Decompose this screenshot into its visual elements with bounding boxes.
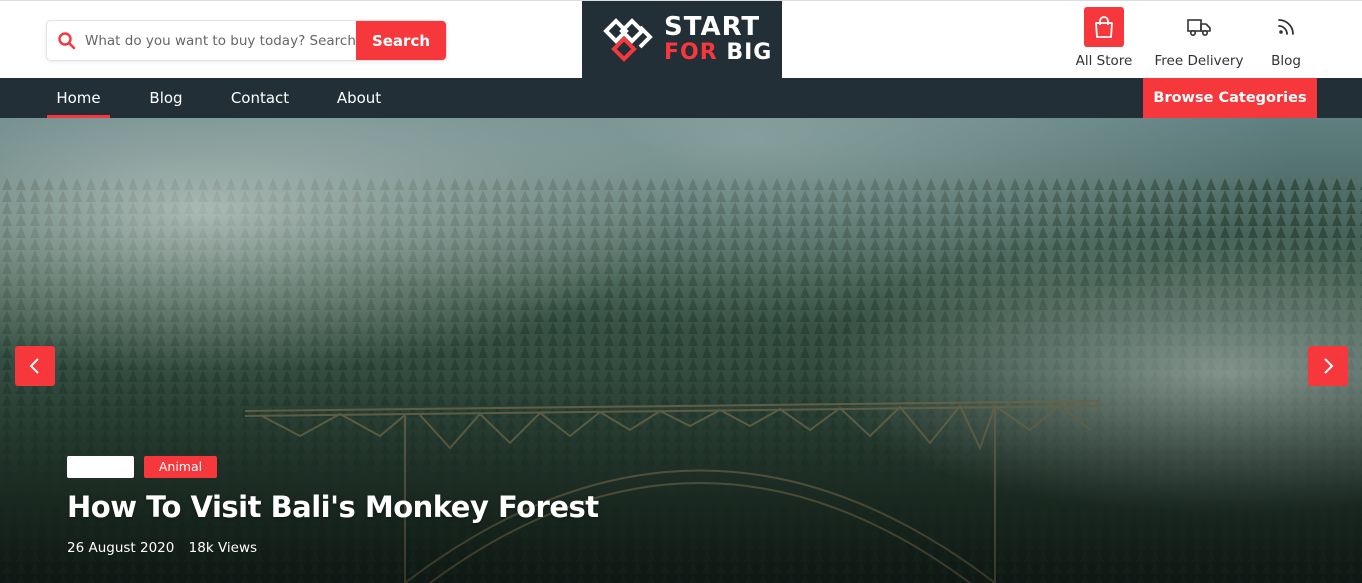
all-store-label: All Store <box>1075 53 1133 69</box>
search-button[interactable]: Search <box>356 21 446 60</box>
main-nav: Home Blog Contact About Browse Categorie… <box>0 78 1362 118</box>
logo[interactable]: START FOR BIG <box>582 1 782 79</box>
truck-icon <box>1179 7 1219 47</box>
chevron-right-icon <box>1324 358 1334 374</box>
all-store-link[interactable]: All Store <box>1073 7 1135 69</box>
chevron-left-icon <box>29 358 39 374</box>
slider-prev-button[interactable] <box>15 346 55 386</box>
logo-text-for: FOR <box>664 40 718 65</box>
category-tag-blank[interactable] <box>67 456 134 478</box>
nav-item-home[interactable]: Home <box>47 78 110 118</box>
header: Search START FOR BIG All Store <box>0 0 1362 79</box>
hero-title[interactable]: How To Visit Bali's Monkey Forest <box>67 490 599 524</box>
hero-meta: 26 August 2020 18k Views <box>67 540 257 556</box>
search-input[interactable] <box>85 21 357 60</box>
search-bar: Search <box>46 20 447 61</box>
slider-next-button[interactable] <box>1308 346 1348 386</box>
category-tag-animal[interactable]: Animal <box>144 456 217 478</box>
blog-link[interactable]: Blog <box>1266 7 1306 69</box>
logo-text-big: BIG <box>726 40 773 65</box>
post-views: 18k Views <box>188 540 258 556</box>
logo-text-forbig: FOR BIG <box>664 40 772 65</box>
search-icon <box>58 32 76 50</box>
rss-icon <box>1266 7 1306 47</box>
free-delivery-link[interactable]: Free Delivery <box>1154 7 1244 69</box>
browse-categories-button[interactable]: Browse Categories <box>1143 78 1317 118</box>
nav-item-blog[interactable]: Blog <box>146 78 186 118</box>
blog-label: Blog <box>1271 53 1301 69</box>
nav-home-label: Home <box>56 89 101 107</box>
logo-text-start: START <box>664 12 761 42</box>
nav-item-contact[interactable]: Contact <box>229 78 291 118</box>
hero-slider: Animal How To Visit Bali's Monkey Forest… <box>0 118 1362 583</box>
logo-mark-icon <box>603 18 653 62</box>
free-delivery-label: Free Delivery <box>1154 53 1244 69</box>
post-date: 26 August 2020 <box>67 540 175 556</box>
nav-item-about[interactable]: About <box>334 78 384 118</box>
shopping-bag-icon <box>1084 7 1124 47</box>
